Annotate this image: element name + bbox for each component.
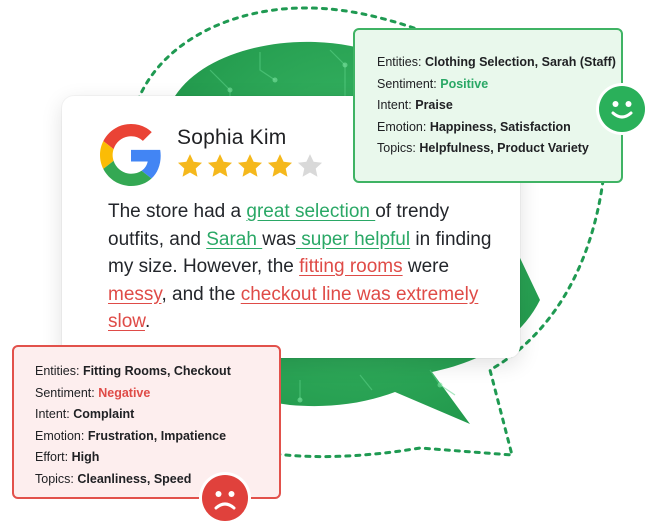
- analysis-label: Topics:: [35, 471, 78, 486]
- sad-face-icon: [202, 475, 248, 521]
- review-text-segment: was: [262, 228, 297, 250]
- analysis-row: Effort: High: [35, 447, 279, 469]
- negative-highlight: messy: [108, 283, 162, 305]
- review-text: The store had a great selection of trend…: [108, 198, 504, 336]
- analysis-label: Effort:: [35, 450, 72, 464]
- negative-highlight: fitting rooms: [299, 256, 403, 277]
- analysis-value: Frustration, Impatience: [87, 428, 227, 443]
- analysis-value: Positive: [440, 76, 489, 91]
- analysis-label: Entities:: [377, 55, 425, 69]
- star-filled-icon: [267, 154, 293, 177]
- review-text-segment: were: [402, 256, 450, 277]
- positive-highlight: great selection: [246, 201, 376, 222]
- analysis-row: Intent: Complaint: [35, 404, 279, 426]
- analysis-label: Emotion:: [377, 119, 430, 134]
- analysis-value: Clothing Selection, Sarah (Staff): [424, 55, 616, 69]
- analysis-label: Entities:: [35, 364, 83, 378]
- positive-highlight: super helpful: [296, 228, 411, 250]
- analysis-row: Emotion: Happiness, Satisfaction: [377, 117, 621, 139]
- analysis-value: Praise: [415, 98, 453, 112]
- reviewer-name: Sophia Kim: [177, 126, 287, 149]
- analysis-label: Intent:: [35, 407, 74, 421]
- review-text-segment: .: [144, 311, 151, 332]
- analysis-value: Fitting Rooms, Checkout: [82, 364, 231, 378]
- analysis-value: Happiness, Satisfaction: [429, 119, 571, 134]
- analysis-value: Cleanliness, Speed: [77, 471, 192, 486]
- analysis-row: Entities: Fitting Rooms, Checkout: [35, 361, 279, 383]
- star-rating: [176, 152, 324, 180]
- review-text-segment: The store had a: [108, 201, 247, 222]
- analysis-label: Intent:: [377, 98, 416, 112]
- star-filled-icon: [177, 154, 203, 177]
- analysis-value: High: [71, 450, 100, 464]
- positive-analysis-box: Entities: Clothing Selection, Sarah (Sta…: [353, 28, 623, 183]
- analysis-label: Topics:: [377, 141, 420, 155]
- analysis-row: Topics: Helpfulness, Product Variety: [377, 138, 621, 160]
- star-empty-icon: [297, 154, 323, 177]
- analysis-row: Sentiment: Positive: [377, 74, 621, 96]
- google-logo-icon: [100, 124, 161, 186]
- analysis-value: Negative: [98, 385, 151, 400]
- analysis-row: Intent: Praise: [377, 95, 621, 117]
- analysis-row: Emotion: Frustration, Impatience: [35, 426, 279, 448]
- analysis-row: Entities: Clothing Selection, Sarah (Sta…: [377, 52, 621, 74]
- analysis-label: Sentiment:: [35, 385, 99, 400]
- positive-highlight: Sarah: [206, 228, 263, 250]
- analysis-label: Emotion:: [35, 428, 88, 443]
- star-filled-icon: [237, 154, 263, 177]
- analysis-row: Sentiment: Negative: [35, 383, 279, 405]
- review-text-segment: , and the: [161, 283, 241, 305]
- star-filled-icon: [207, 154, 233, 177]
- analysis-value: Complaint: [73, 407, 135, 421]
- analysis-value: Helpfulness, Product Variety: [419, 141, 589, 155]
- smiley-face-icon: [599, 86, 645, 132]
- analysis-label: Sentiment:: [377, 76, 441, 91]
